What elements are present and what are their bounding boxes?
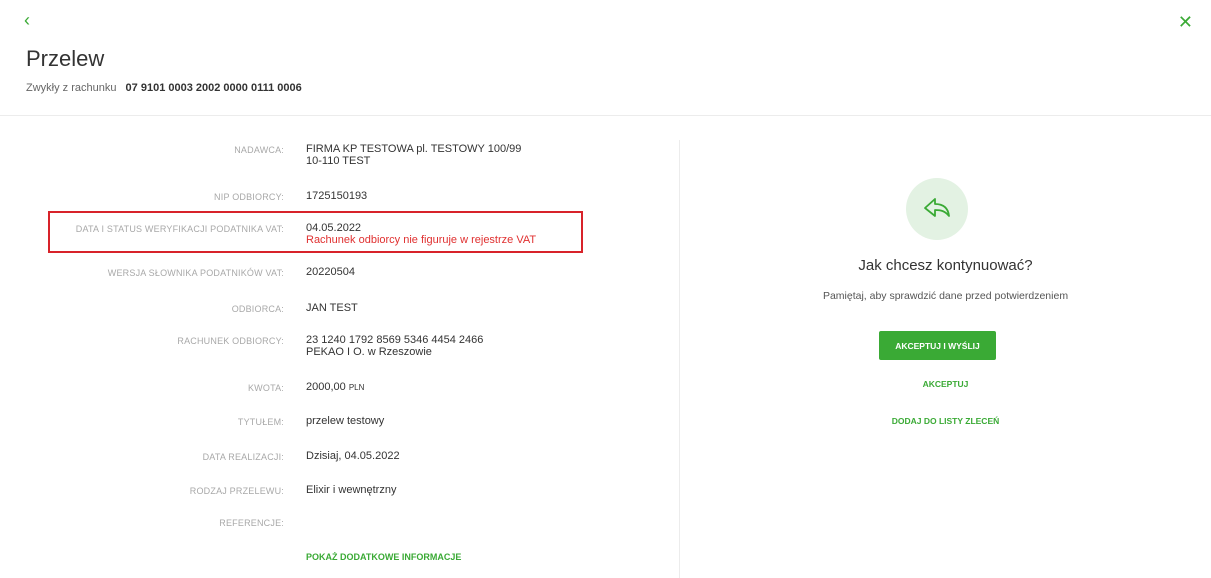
transfer-type-label: RODZAJ PRZELEWU:: [189, 486, 284, 496]
back-icon[interactable]: ‹: [24, 10, 30, 30]
recipient-account-value: 23 1240 1792 8569 5346 4454 2466 PEKAO I…: [306, 334, 484, 358]
recipient-label: ODBIORCA:: [231, 304, 284, 314]
recipient-value: JAN TEST: [306, 302, 358, 314]
sender-label: NADAWCA:: [234, 145, 284, 155]
account-subtitle: Zwykły z rachunku 07 9101 0003 2002 0000…: [26, 82, 302, 94]
source-account-number: 07 9101 0003 2002 0000 0111 0006: [125, 82, 302, 94]
dictionary-version-label: WERSJA SŁOWNIKA PODATNIKÓW VAT:: [107, 268, 284, 278]
execution-date-label: DATA REALIZACJI:: [202, 452, 284, 462]
dictionary-version-value: 20220504: [306, 266, 355, 278]
transfer-type-value: Elixir i wewnętrzny: [306, 484, 397, 496]
accept-button[interactable]: AKCEPTUJ: [680, 379, 1211, 389]
sender-value: FIRMA KP TESTOWA pl. TESTOWY 100/99 10-1…: [306, 143, 522, 167]
execution-date-value: Dzisiaj, 04.05.2022: [306, 450, 400, 462]
nip-value: 1725150193: [306, 190, 368, 202]
amount-value: 2000,00 PLN: [306, 381, 365, 393]
continue-question: Jak chcesz kontynuować?: [858, 257, 1033, 274]
recipient-account-label: RACHUNEK ODBIORCY:: [177, 336, 284, 346]
verify-hint: Pamiętaj, aby sprawdzić dane przed potwi…: [822, 290, 1069, 302]
column-divider: [679, 140, 680, 578]
transfer-title-value: przelew testowy: [306, 415, 385, 427]
send-arrow-icon: [906, 178, 968, 240]
page-title: Przelew: [26, 46, 105, 71]
transfer-title-label: TYTUŁEM:: [237, 417, 284, 427]
references-label: REFERENCJE:: [219, 518, 284, 528]
vat-status-highlight-box: [48, 211, 583, 253]
accept-and-send-button[interactable]: AKCEPTUJ I WYŚLIJ: [879, 331, 996, 360]
subtitle-label: Zwykły z rachunku: [26, 82, 117, 94]
show-more-info-link[interactable]: POKAŻ DODATKOWE INFORMACJE: [306, 552, 461, 562]
nip-label: NIP ODBIORCY:: [214, 192, 284, 202]
header-divider: [0, 115, 1211, 116]
add-to-orders-list-button[interactable]: DODAJ DO LISTY ZLECEŃ: [680, 416, 1211, 426]
amount-label: KWOTA:: [247, 383, 284, 393]
currency-label: PLN: [348, 383, 365, 392]
close-icon[interactable]: ✕: [1178, 12, 1193, 32]
